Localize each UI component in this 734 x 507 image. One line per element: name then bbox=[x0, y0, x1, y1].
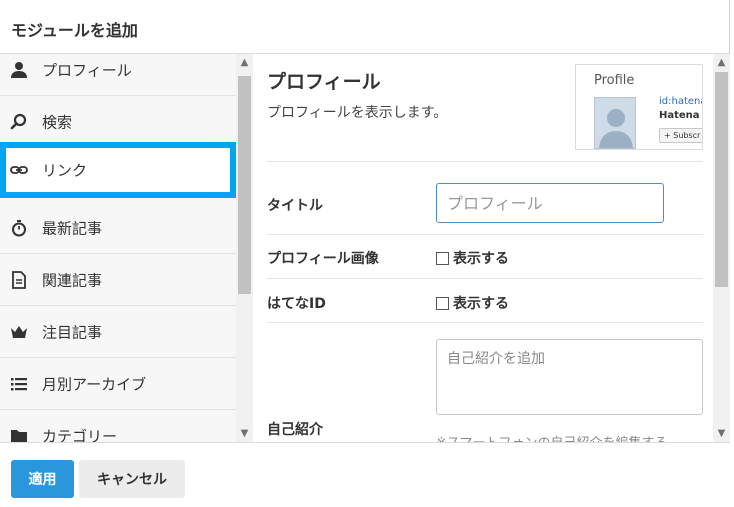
sidebar-item-label: カテゴリー bbox=[42, 427, 118, 442]
dialog-footer: 適用 キャンセル bbox=[0, 442, 730, 507]
module-title: プロフィール bbox=[267, 71, 381, 93]
module-list: プロフィール 検索 リンク 最新記事 関連記事 注目記事 月別アーカイブ カテゴ… bbox=[0, 54, 236, 442]
preview-id: id:hatena bbox=[659, 96, 703, 107]
search-icon bbox=[10, 113, 27, 129]
scroll-down-icon[interactable]: ▼ bbox=[236, 425, 253, 442]
module-description: プロフィールを表示します。 bbox=[267, 105, 448, 121]
add-module-dialog: モジュールを追加 プロフィール 検索 リンク 最新記事 関連記事 注目記事 月別… bbox=[0, 0, 730, 507]
settings-scroll-thumb[interactable] bbox=[715, 72, 728, 287]
stopwatch-icon bbox=[12, 219, 26, 236]
sidebar-item-label: 検索 bbox=[42, 113, 73, 131]
hatena-id-checkbox[interactable] bbox=[436, 296, 449, 310]
bio-textarea[interactable] bbox=[436, 339, 703, 415]
person-silhouette-icon bbox=[599, 109, 633, 148]
sidebar-item-label: プロフィール bbox=[42, 61, 132, 79]
folder-icon bbox=[11, 429, 27, 442]
sidebar-item-recent-posts[interactable]: 最新記事 bbox=[0, 202, 236, 254]
sidebar-item-featured-posts[interactable]: 注目記事 bbox=[0, 306, 236, 358]
crown-icon bbox=[11, 325, 27, 338]
preview-subscribe-button: + Subscr bbox=[659, 128, 702, 143]
checkbox-label: 表示する bbox=[453, 251, 509, 267]
sidebar-scrollbar[interactable]: ▲ ▼ bbox=[236, 54, 253, 442]
preview-label: Profile bbox=[594, 73, 635, 88]
bio-edit-note[interactable]: ※スマートフォンの自己紹介を編集する bbox=[436, 432, 668, 442]
settings-scrollbar[interactable]: ▲ ▼ bbox=[713, 54, 730, 442]
profile-preview: Profile id:hatena Hatena B + Subscr bbox=[575, 64, 703, 150]
checkbox-label: 表示する bbox=[453, 296, 509, 312]
divider bbox=[267, 278, 703, 279]
profile-image-checkbox-group[interactable]: 表示する bbox=[436, 248, 509, 268]
scroll-up-icon[interactable]: ▲ bbox=[236, 54, 253, 71]
person-icon bbox=[11, 61, 27, 78]
sidebar-item-link[interactable]: リンク bbox=[0, 142, 236, 198]
sidebar-item-related-posts[interactable]: 関連記事 bbox=[0, 254, 236, 306]
sidebar-item-label: 月別アーカイブ bbox=[42, 375, 147, 393]
sidebar-item-monthly-archive[interactable]: 月別アーカイブ bbox=[0, 358, 236, 410]
bio-label: 自己紹介 bbox=[267, 422, 323, 438]
hatena-id-checkbox-group[interactable]: 表示する bbox=[436, 293, 509, 313]
title-label: タイトル bbox=[267, 198, 323, 214]
scroll-down-icon[interactable]: ▼ bbox=[713, 425, 730, 442]
profile-image-checkbox[interactable] bbox=[436, 251, 449, 265]
dialog-title: モジュールを追加 bbox=[11, 21, 138, 40]
cancel-button[interactable]: キャンセル bbox=[79, 460, 185, 498]
title-input[interactable] bbox=[436, 183, 664, 223]
dialog-header: モジュールを追加 bbox=[0, 0, 730, 54]
sidebar-item-search[interactable]: 検索 bbox=[0, 96, 236, 148]
preview-name: Hatena B bbox=[659, 110, 702, 121]
sidebar-item-category[interactable]: カテゴリー bbox=[0, 410, 236, 442]
list-icon bbox=[11, 377, 27, 390]
apply-button[interactable]: 適用 bbox=[11, 460, 74, 498]
module-settings-panel: プロフィール プロフィールを表示します。 Profile id:hatena H… bbox=[254, 54, 714, 442]
hatena-id-label: はてなID bbox=[267, 296, 326, 312]
divider bbox=[267, 322, 703, 323]
link-icon bbox=[10, 166, 28, 174]
profile-image-label: プロフィール画像 bbox=[267, 251, 379, 267]
divider bbox=[267, 161, 703, 162]
document-icon bbox=[12, 270, 26, 289]
sidebar-item-label: 注目記事 bbox=[42, 323, 103, 341]
scroll-up-icon[interactable]: ▲ bbox=[713, 54, 730, 71]
divider bbox=[267, 234, 703, 235]
sidebar-scroll-thumb[interactable] bbox=[238, 76, 251, 294]
sidebar-item-profile[interactable]: プロフィール bbox=[0, 54, 236, 96]
sidebar-item-label: 関連記事 bbox=[42, 271, 103, 289]
sidebar-item-label: リンク bbox=[42, 161, 88, 180]
sidebar-item-label: 最新記事 bbox=[42, 219, 103, 237]
avatar bbox=[594, 97, 636, 149]
